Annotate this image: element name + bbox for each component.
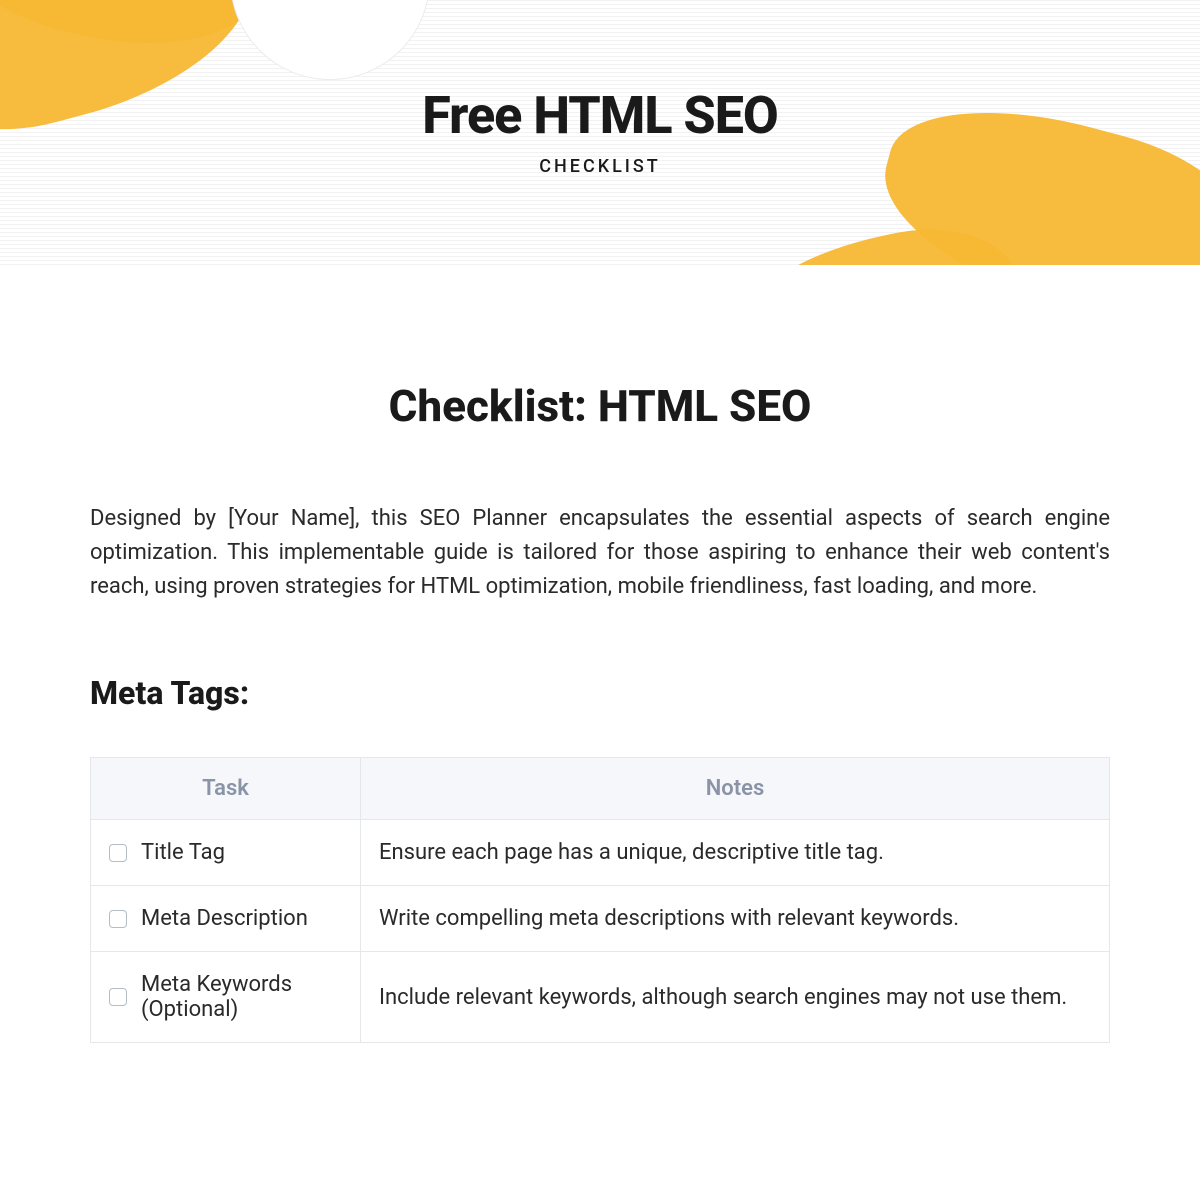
column-header-task: Task <box>91 758 361 820</box>
checkbox-icon[interactable] <box>109 844 127 862</box>
hero-title: Free HTML SEO <box>0 85 1200 146</box>
document-intro: Designed by [Your Name], this SEO Planne… <box>90 502 1110 604</box>
checkbox-icon[interactable] <box>109 988 127 1006</box>
hero-banner: Free HTML SEO CHECKLIST <box>0 0 1200 265</box>
task-label: Meta Keywords (Optional) <box>141 972 342 1022</box>
hero-subtitle: CHECKLIST <box>0 156 1200 177</box>
table-row: Meta Description Write compelling meta d… <box>91 886 1110 952</box>
section-heading-meta-tags: Meta Tags: <box>90 674 1110 712</box>
checkbox-icon[interactable] <box>109 910 127 928</box>
task-notes: Write compelling meta descriptions with … <box>361 886 1110 952</box>
table-row: Meta Keywords (Optional) Include relevan… <box>91 952 1110 1043</box>
checklist-table: Task Notes Title Tag Ensure each page ha… <box>90 757 1110 1043</box>
task-notes: Ensure each page has a unique, descripti… <box>361 820 1110 886</box>
task-notes: Include relevant keywords, although sear… <box>361 952 1110 1043</box>
document-content: Checklist: HTML SEO Designed by [Your Na… <box>0 265 1200 1083</box>
document-title: Checklist: HTML SEO <box>90 380 1110 432</box>
task-label: Meta Description <box>141 906 308 931</box>
table-row: Title Tag Ensure each page has a unique,… <box>91 820 1110 886</box>
task-label: Title Tag <box>141 840 225 865</box>
column-header-notes: Notes <box>361 758 1110 820</box>
